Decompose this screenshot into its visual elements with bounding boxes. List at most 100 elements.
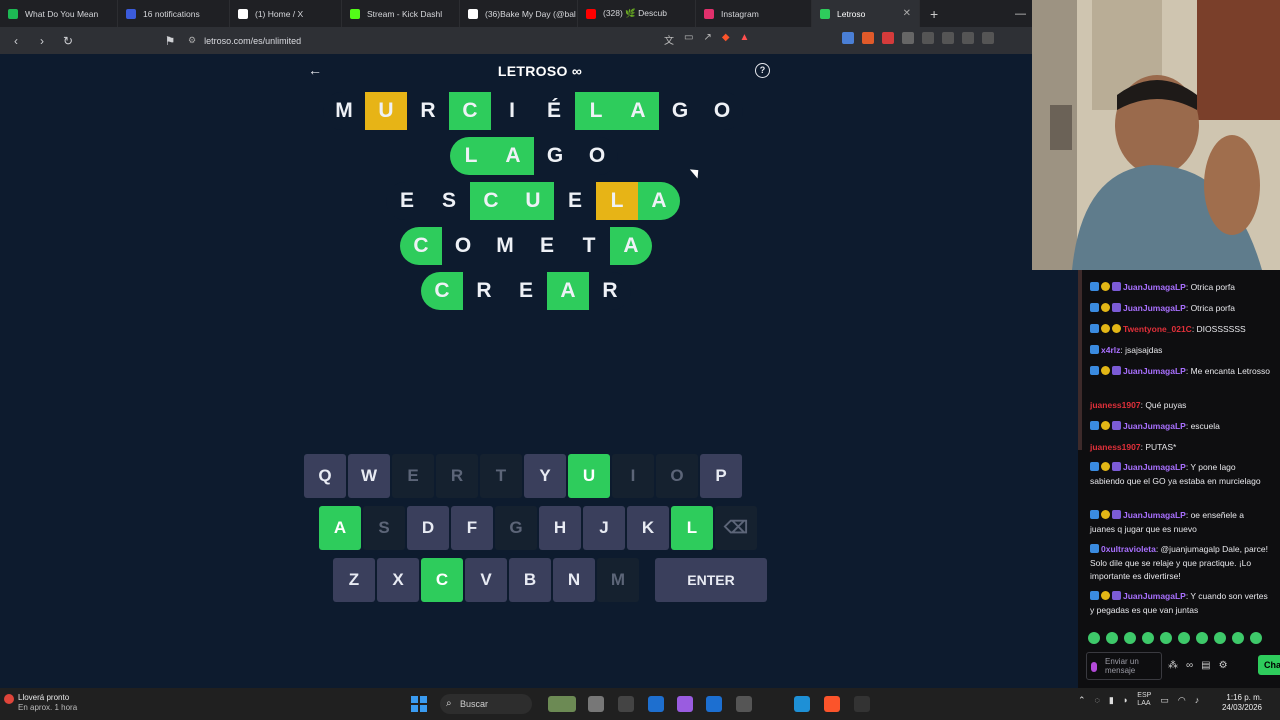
brave-icon[interactable] xyxy=(824,696,840,712)
store-app-icon[interactable] xyxy=(706,696,722,712)
menu-icon[interactable] xyxy=(982,32,994,44)
volume-tray-icon[interactable]: ◗ xyxy=(1123,695,1128,705)
brave-shield-icon[interactable]: ◆ xyxy=(722,32,730,47)
edge-icon[interactable] xyxy=(794,696,810,712)
bookmark-icon[interactable]: ⚑ xyxy=(160,34,180,48)
weather-icon[interactable] xyxy=(4,694,14,704)
infinity-icon[interactable]: ∞ xyxy=(1186,660,1193,671)
extension-icon[interactable] xyxy=(882,32,894,44)
key-y[interactable]: Y xyxy=(524,454,566,498)
brave-rewards-icon[interactable]: ▲ xyxy=(740,32,750,47)
key-q[interactable]: Q xyxy=(304,454,346,498)
tab-8[interactable]: Letroso ✕ xyxy=(812,0,920,27)
chat-input[interactable]: Enviar un mensaje xyxy=(1086,652,1162,680)
extension-icon[interactable] xyxy=(842,32,854,44)
key-k[interactable]: K xyxy=(627,506,669,550)
media-icon[interactable] xyxy=(942,32,954,44)
key-o[interactable]: O xyxy=(656,454,698,498)
network-tray-icon[interactable]: ◌ xyxy=(1095,695,1100,705)
key-r[interactable]: R xyxy=(436,454,478,498)
key-j[interactable]: J xyxy=(583,506,625,550)
sidebar-icon[interactable] xyxy=(922,32,934,44)
chat-username[interactable]: JuanJumagaLP xyxy=(1123,462,1186,472)
new-tab-icon[interactable]: + xyxy=(920,6,948,22)
points-icon[interactable]: ⁂ xyxy=(1168,660,1178,671)
close-tab-icon[interactable]: ✕ xyxy=(903,8,911,19)
key-l[interactable]: L xyxy=(671,506,713,550)
key-s[interactable]: S xyxy=(363,506,405,550)
enter-key[interactable]: ENTER xyxy=(655,558,767,602)
puzzle-icon[interactable] xyxy=(902,32,914,44)
key-g[interactable]: G xyxy=(495,506,537,550)
emote-icon[interactable] xyxy=(1250,632,1262,644)
chat-send-button[interactable]: Chat xyxy=(1258,655,1280,675)
key-p[interactable]: P xyxy=(700,454,742,498)
chat-username[interactable]: JuanJumagaLP xyxy=(1123,421,1186,431)
mic-icon[interactable] xyxy=(1091,662,1097,672)
key-n[interactable]: N xyxy=(553,558,595,602)
settings-icon[interactable]: ⚙ xyxy=(1219,660,1228,671)
key-c[interactable]: C xyxy=(421,558,463,602)
cast-icon[interactable]: ▭ xyxy=(684,32,693,47)
windows-start-icon[interactable] xyxy=(411,696,427,712)
task-view-icon[interactable] xyxy=(588,696,604,712)
chat-username[interactable]: Twentyone_021C xyxy=(1123,324,1192,334)
mic-tray-icon[interactable]: ▮ xyxy=(1109,695,1114,706)
language-indicator[interactable]: ESP LAA xyxy=(1137,692,1151,708)
key-z[interactable]: Z xyxy=(333,558,375,602)
weather-widget[interactable]: Lloverá pronto En aprox. 1 hora xyxy=(18,693,77,713)
copilot-icon[interactable] xyxy=(677,696,693,712)
chat-username[interactable]: JuanJumagaLP xyxy=(1123,366,1186,376)
forward-icon[interactable]: › xyxy=(32,34,52,48)
key-u[interactable]: U xyxy=(568,454,610,498)
terminal-icon[interactable] xyxy=(618,696,634,712)
key-a[interactable]: A xyxy=(319,506,361,550)
minimize-icon[interactable]: — xyxy=(1015,8,1026,20)
tab-5[interactable]: (36)Bake My Day (@bal xyxy=(460,0,578,27)
key-i[interactable]: I xyxy=(612,454,654,498)
chat-username[interactable]: juaness1907 xyxy=(1090,442,1141,452)
key-e[interactable]: E xyxy=(392,454,434,498)
key-b[interactable]: B xyxy=(509,558,551,602)
key-x[interactable]: X xyxy=(377,558,419,602)
emote-icon[interactable] xyxy=(1178,632,1190,644)
store-icon[interactable]: ▤ xyxy=(1201,660,1210,671)
emote-icon[interactable] xyxy=(1196,632,1208,644)
tab-3[interactable]: (1) Home / X xyxy=(230,0,342,27)
emote-icon[interactable] xyxy=(1088,632,1100,644)
emote-icon[interactable] xyxy=(1214,632,1226,644)
extension-icon[interactable] xyxy=(862,32,874,44)
chat-username[interactable]: juaness1907 xyxy=(1090,400,1141,410)
key-m[interactable]: M xyxy=(597,558,639,602)
emote-icon[interactable] xyxy=(1106,632,1118,644)
wifi-icon[interactable]: ◠ xyxy=(1178,695,1186,706)
chat-username[interactable]: x4rlz xyxy=(1101,345,1120,355)
snipping-tool-icon[interactable] xyxy=(648,696,664,712)
key-w[interactable]: W xyxy=(348,454,390,498)
tab-1[interactable]: What Do You Mean xyxy=(0,0,118,27)
share-icon[interactable]: ↗ xyxy=(703,32,711,47)
speaker-icon[interactable]: ♪ xyxy=(1195,695,1200,705)
chat-username[interactable]: JuanJumagaLP xyxy=(1123,282,1186,292)
translate-icon[interactable]: 文 xyxy=(664,32,674,47)
tab-2[interactable]: 16 notifications xyxy=(118,0,230,27)
key-t[interactable]: T xyxy=(480,454,522,498)
reload-icon[interactable]: ↻ xyxy=(58,34,78,48)
tab-7[interactable]: Instagram xyxy=(696,0,812,27)
chat-scrollbar[interactable] xyxy=(1078,270,1082,450)
tab-6[interactable]: (328) 🌿 Descub xyxy=(578,0,696,27)
back-icon[interactable]: ‹ xyxy=(6,34,26,48)
key-f[interactable]: F xyxy=(451,506,493,550)
site-info-icon[interactable]: ⚙ xyxy=(188,35,196,46)
key-d[interactable]: D xyxy=(407,506,449,550)
chat-username[interactable]: 0xultravioleta xyxy=(1101,544,1156,554)
emote-icon[interactable] xyxy=(1124,632,1136,644)
help-icon[interactable]: ? xyxy=(755,63,770,78)
emote-icon[interactable] xyxy=(1160,632,1172,644)
tab-4[interactable]: Stream - Kick Dashl xyxy=(342,0,460,27)
key-h[interactable]: H xyxy=(539,506,581,550)
widgets-icon[interactable] xyxy=(548,696,576,712)
backspace-key[interactable]: ⌫ xyxy=(715,506,757,550)
obs-icon[interactable] xyxy=(854,696,870,712)
key-v[interactable]: V xyxy=(465,558,507,602)
